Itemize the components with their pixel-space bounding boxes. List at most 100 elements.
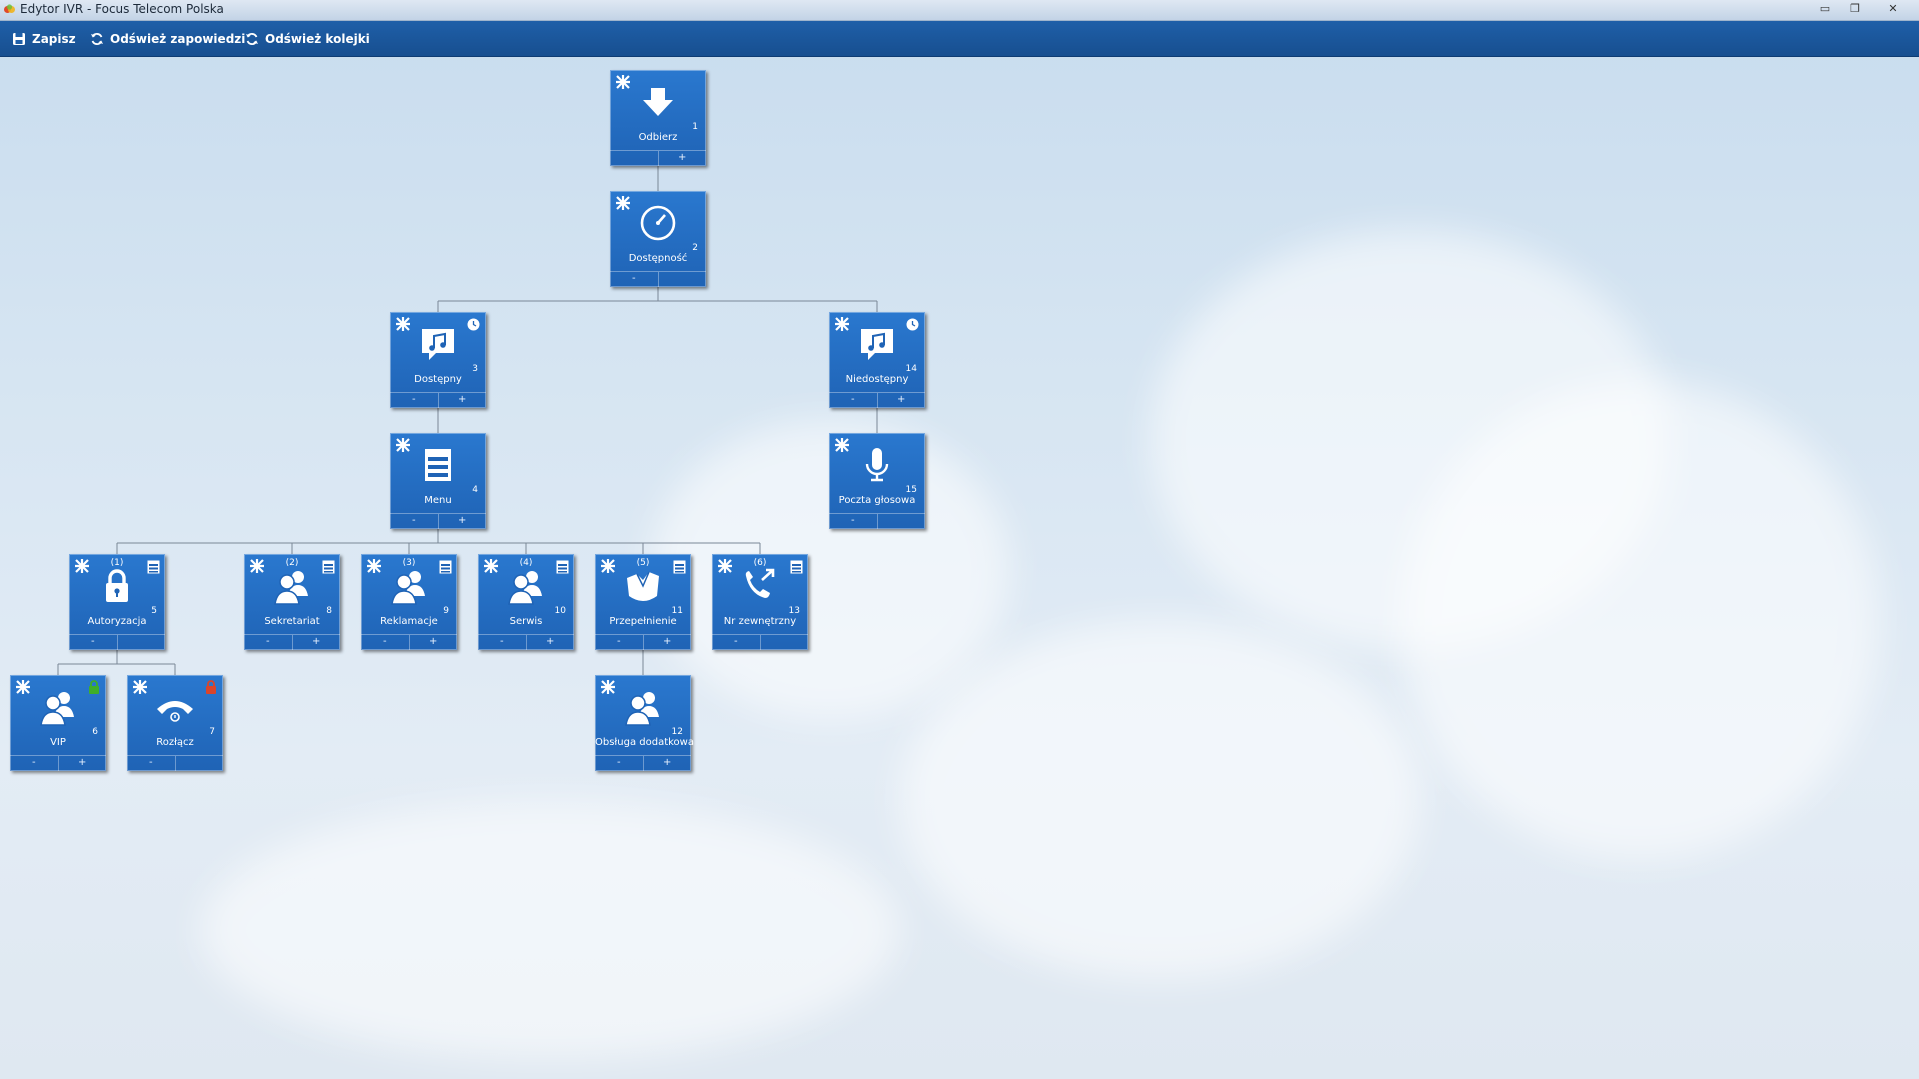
- ivr-node-poczta-glosowa[interactable]: 15 Poczta głosowa -: [829, 433, 925, 529]
- save-button[interactable]: Zapisz: [12, 30, 76, 48]
- add-child-button[interactable]: +: [410, 635, 458, 650]
- save-icon: [13, 33, 25, 45]
- refresh-announcements-button[interactable]: Odśwież zapowiedzi: [90, 30, 245, 48]
- add-child-button[interactable]: +: [439, 393, 487, 408]
- node-number: 15: [905, 485, 917, 495]
- collapse-button[interactable]: -: [390, 393, 439, 408]
- ivr-node-menu[interactable]: 4 Menu - +: [390, 433, 486, 529]
- node-label: Serwis: [509, 616, 543, 627]
- collapse-button[interactable]: -: [244, 635, 293, 650]
- ivr-node-rozlacz[interactable]: 7 Rozłącz -: [127, 675, 223, 771]
- ivr-node-sekretariat[interactable]: (2) 8 Sekretariat - +: [244, 554, 340, 650]
- node-label: Poczta głosowa: [838, 495, 916, 506]
- node-label: Odbierz: [638, 132, 678, 143]
- tools-icon[interactable]: [615, 195, 631, 211]
- ivr-node-serwis[interactable]: (4) 10 Serwis - +: [478, 554, 574, 650]
- collapse-button[interactable]: -: [361, 635, 410, 650]
- add-child-button[interactable]: +: [527, 635, 575, 650]
- add-child-button[interactable]: [659, 272, 707, 287]
- menu-badge-icon: [439, 560, 452, 574]
- collapse-button[interactable]: -: [712, 635, 761, 650]
- tools-icon[interactable]: [395, 437, 411, 453]
- music-note-icon: [422, 329, 454, 360]
- node-number: 8: [326, 606, 332, 616]
- add-child-button[interactable]: +: [878, 393, 926, 408]
- menu-badge-icon: [556, 560, 569, 574]
- lock-icon: [106, 569, 128, 602]
- menu-icon: [425, 449, 451, 481]
- add-child-button[interactable]: +: [644, 635, 692, 650]
- add-child-button[interactable]: [176, 756, 224, 771]
- node-footer: - +: [829, 392, 925, 408]
- node-footer: -: [127, 755, 223, 771]
- ivr-node-nr-zewnetrzny[interactable]: (6) 13 Nr zewnętrzny -: [712, 554, 808, 650]
- collapse-button[interactable]: -: [69, 635, 118, 650]
- ivr-node-autoryzacja[interactable]: (1) 5 Autoryzacja -: [69, 554, 165, 650]
- node-number: 10: [554, 606, 566, 616]
- add-child-button[interactable]: +: [439, 514, 487, 529]
- close-button[interactable]: ✕: [1884, 2, 1902, 16]
- collapse-button[interactable]: -: [610, 272, 659, 287]
- tools-icon[interactable]: [395, 316, 411, 332]
- menu-badge-icon: [673, 560, 686, 574]
- node-footer: - +: [361, 634, 457, 650]
- minimize-button[interactable]: ▭: [1816, 2, 1834, 16]
- collapse-button[interactable]: -: [127, 756, 176, 771]
- node-footer: - +: [595, 755, 691, 771]
- users-icon: [625, 692, 659, 726]
- collapse-button[interactable]: -: [10, 756, 59, 771]
- ivr-node-niedostepny[interactable]: 14 Niedostępny - +: [829, 312, 925, 408]
- tools-icon[interactable]: [15, 679, 31, 695]
- node-footer: - +: [390, 513, 486, 529]
- collapse-button[interactable]: [610, 151, 659, 166]
- add-child-button[interactable]: [118, 635, 166, 650]
- ivr-node-odbierz[interactable]: 1 Odbierz +: [610, 70, 706, 166]
- main-toolbar: Zapisz Odśwież zapowiedzi Odśwież kolejk…: [0, 21, 1919, 57]
- add-child-button[interactable]: +: [59, 756, 107, 771]
- tools-icon[interactable]: [834, 437, 850, 453]
- refresh-queues-button[interactable]: Odśwież kolejki: [245, 30, 370, 48]
- collapse-button[interactable]: -: [390, 514, 439, 529]
- tools-icon[interactable]: [615, 74, 631, 90]
- clock-badge-icon: [467, 318, 480, 331]
- collapse-button[interactable]: -: [595, 756, 644, 771]
- overflow-icon: [627, 571, 659, 601]
- ivr-node-vip[interactable]: 6 VIP - +: [10, 675, 106, 771]
- ivr-node-dostepny[interactable]: 3 Dostępny - +: [390, 312, 486, 408]
- add-child-button[interactable]: [761, 635, 809, 650]
- app-logo-icon: [4, 4, 15, 13]
- node-number: 13: [788, 606, 800, 616]
- tools-icon[interactable]: [600, 679, 616, 695]
- node-footer: -: [69, 634, 165, 650]
- phone-transfer-icon: [745, 568, 775, 598]
- tools-icon[interactable]: [834, 316, 850, 332]
- collapse-button[interactable]: -: [829, 514, 878, 529]
- ivr-node-przepelnienie[interactable]: (5) 11 Przepełnienie - +: [595, 554, 691, 650]
- save-button-label: Zapisz: [32, 32, 76, 46]
- add-child-button[interactable]: +: [293, 635, 341, 650]
- ivr-node-reklamacje[interactable]: (3) 9 Reklamacje - +: [361, 554, 457, 650]
- add-child-button[interactable]: [878, 514, 926, 529]
- ivr-canvas[interactable]: 1 Odbierz + 2 Dostępność - 3 Dostępny - …: [0, 57, 1919, 1079]
- window-titlebar: Edytor IVR - Focus Telecom Polska ▭ ❐ ✕: [0, 0, 1919, 21]
- collapse-button[interactable]: -: [478, 635, 527, 650]
- ivr-node-dostepnosc[interactable]: 2 Dostępność -: [610, 191, 706, 287]
- collapse-button[interactable]: -: [595, 635, 644, 650]
- node-footer: - +: [390, 392, 486, 408]
- node-label: Obsługa dodatkowa: [595, 737, 694, 748]
- node-number: 1: [692, 122, 698, 132]
- add-child-button[interactable]: +: [644, 756, 692, 771]
- add-child-button[interactable]: +: [659, 151, 707, 166]
- node-footer: -: [610, 271, 706, 287]
- node-number: 11: [671, 606, 683, 616]
- collapse-button[interactable]: -: [829, 393, 878, 408]
- node-label: Niedostępny: [845, 374, 909, 385]
- node-label: Menu: [424, 495, 452, 506]
- menu-badge-icon: [322, 560, 335, 574]
- tools-icon[interactable]: [132, 679, 148, 695]
- maximize-button[interactable]: ❐: [1846, 2, 1864, 16]
- ivr-node-obsluga-dodatkowa[interactable]: 12 Obsługa dodatkowa - +: [595, 675, 694, 771]
- node-label: Nr zewnętrzny: [723, 616, 797, 627]
- microphone-icon: [865, 448, 889, 482]
- music-note-icon: [861, 329, 893, 360]
